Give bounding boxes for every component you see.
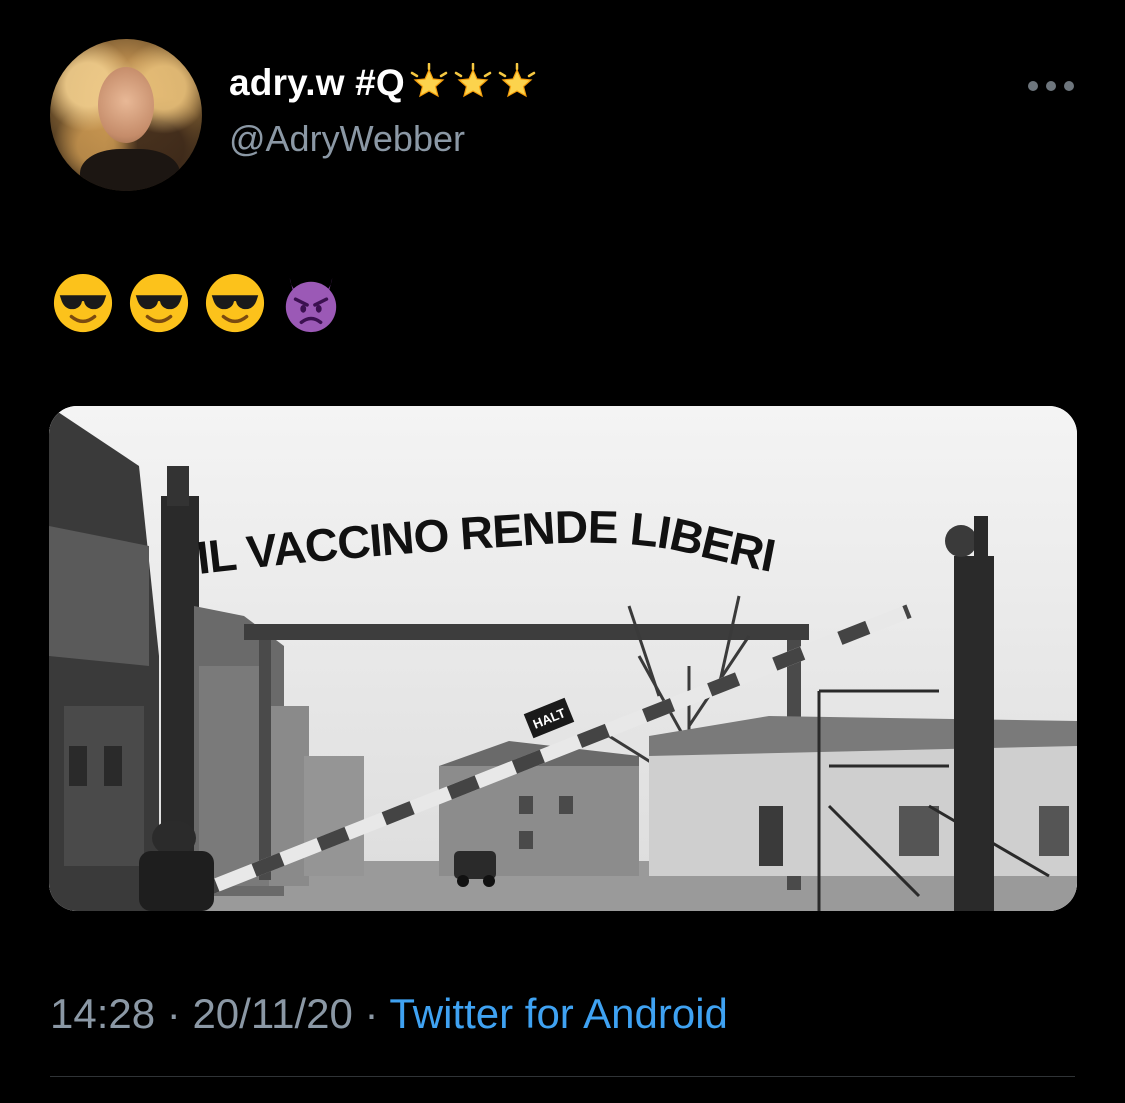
separator: · — [364, 990, 379, 1037]
tweet-text — [52, 272, 342, 334]
display-name-text: adry.w #Q — [229, 62, 405, 103]
glowing-star-icon — [454, 63, 492, 98]
separator: · — [166, 990, 181, 1037]
tweet-time[interactable]: 14:28 — [50, 990, 155, 1037]
more-options-icon[interactable] — [1028, 76, 1074, 96]
tweet-date[interactable]: 20/11/20 — [192, 990, 352, 1037]
tweet-image[interactable]: HALT IL VACCINO RENDE LIBERI — [49, 406, 1077, 911]
tweet-source-link[interactable]: Twitter for Android — [389, 990, 727, 1037]
angry-face-with-horns-icon — [285, 277, 337, 333]
glowing-star-icon — [498, 63, 536, 98]
user-handle[interactable]: @AdryWebber — [229, 118, 465, 160]
tweet-meta: 14:28 · 20/11/20 · Twitter for Android — [50, 990, 728, 1038]
display-name[interactable]: adry.w #Q — [229, 62, 537, 104]
glowing-star-icon — [410, 63, 448, 98]
smiling-face-with-sunglasses-icon — [53, 273, 113, 333]
divider — [50, 1076, 1075, 1077]
avatar[interactable] — [50, 39, 202, 191]
tweet: adry.w #Q @AdryWebber HALT IL VACCINO RE… — [0, 0, 1125, 1103]
smiling-face-with-sunglasses-icon — [129, 273, 189, 333]
smiling-face-with-sunglasses-icon — [205, 273, 265, 333]
